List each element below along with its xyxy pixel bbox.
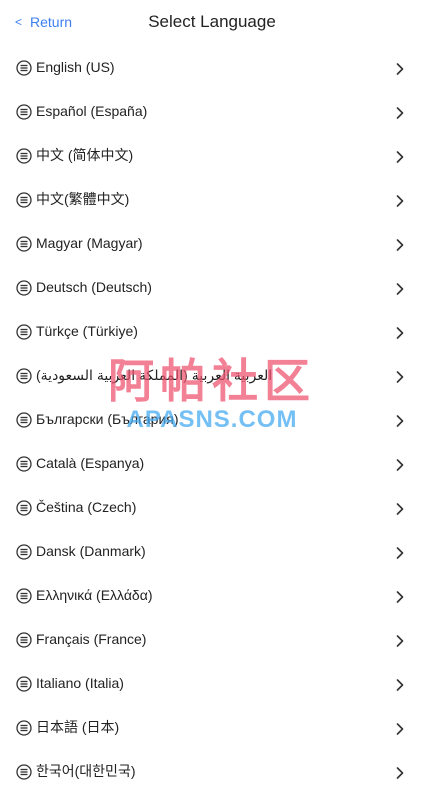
language-row[interactable]: Català (Espanya) (0, 442, 424, 486)
language-label: Català (Espanya) (36, 455, 145, 471)
menu-lines-icon (16, 236, 32, 252)
language-label: 日本語 (日本) (36, 719, 120, 735)
language-label: Türkçe (Türkiye) (36, 323, 138, 339)
chevron-right-icon (396, 150, 404, 163)
language-label: Ελληνικά (Ελλάδα) (36, 587, 153, 603)
menu-lines-icon (16, 588, 32, 604)
language-row[interactable]: 中文(繁體中文) (0, 178, 424, 222)
language-label: Čeština (Czech) (36, 499, 137, 515)
chevron-right-icon (396, 458, 404, 471)
language-row[interactable]: Dansk (Danmark) (0, 530, 424, 574)
chevron-right-icon (396, 194, 404, 207)
chevron-right-icon (396, 326, 404, 339)
chevron-right-icon (396, 502, 404, 515)
language-label: Italiano (Italia) (36, 675, 124, 691)
language-row[interactable]: Español (España) (0, 90, 424, 134)
language-label: العربية العربية (المملكة العربية السعودي… (36, 367, 273, 383)
language-row[interactable]: Ελληνικά (Ελλάδα) (0, 574, 424, 618)
language-row[interactable]: 日本語 (日本) (0, 706, 424, 750)
language-label: 中文(繁體中文) (36, 191, 130, 207)
chevron-right-icon (396, 106, 404, 119)
language-row[interactable]: العربية العربية (المملكة العربية السعودي… (0, 354, 424, 398)
language-row[interactable]: Български (България) (0, 398, 424, 442)
language-row[interactable]: Magyar (Magyar) (0, 222, 424, 266)
chevron-right-icon (396, 62, 404, 75)
menu-lines-icon (16, 280, 32, 296)
menu-lines-icon (16, 456, 32, 472)
chevron-right-icon (396, 722, 404, 735)
language-row[interactable]: Français (France) (0, 618, 424, 662)
menu-lines-icon (16, 764, 32, 780)
chevron-right-icon (396, 766, 404, 779)
menu-lines-icon (16, 192, 32, 208)
language-label: Deutsch (Deutsch) (36, 279, 152, 295)
menu-lines-icon (16, 104, 32, 120)
language-row[interactable]: English (US) (0, 46, 424, 90)
language-label: 中文 (简体中文) (36, 147, 134, 163)
language-row[interactable]: Türkçe (Türkiye) (0, 310, 424, 354)
menu-lines-icon (16, 632, 32, 648)
language-label: Français (France) (36, 631, 147, 647)
chevron-right-icon (396, 282, 404, 295)
header-bar: < Return Select Language (0, 0, 424, 44)
language-row[interactable]: 한국어(대한민국) (0, 750, 424, 794)
menu-lines-icon (16, 412, 32, 428)
menu-lines-icon (16, 368, 32, 384)
chevron-right-icon (396, 370, 404, 383)
menu-lines-icon (16, 676, 32, 692)
chevron-right-icon (396, 414, 404, 427)
language-list: English (US) Español (España) 中文 (简体中文) 中文(… (0, 46, 424, 794)
language-row[interactable]: Čeština (Czech) (0, 486, 424, 530)
chevron-right-icon (396, 238, 404, 251)
menu-lines-icon (16, 324, 32, 340)
menu-lines-icon (16, 720, 32, 736)
chevron-right-icon (396, 634, 404, 647)
language-row[interactable]: Deutsch (Deutsch) (0, 266, 424, 310)
language-label: Español (España) (36, 103, 148, 119)
page-title: Select Language (148, 12, 276, 31)
language-label: English (US) (36, 59, 115, 75)
language-label: Dansk (Danmark) (36, 543, 146, 559)
language-row[interactable]: 中文 (简体中文) (0, 134, 424, 178)
language-row[interactable]: Italiano (Italia) (0, 662, 424, 706)
menu-lines-icon (16, 544, 32, 560)
menu-lines-icon (16, 500, 32, 516)
language-label: 한국어(대한민국) (36, 763, 136, 779)
menu-lines-icon (16, 60, 32, 76)
chevron-right-icon (396, 546, 404, 559)
chevron-right-icon (396, 590, 404, 603)
language-label: Български (България) (36, 411, 179, 427)
language-label: Magyar (Magyar) (36, 235, 143, 251)
menu-lines-icon (16, 148, 32, 164)
chevron-right-icon (396, 678, 404, 691)
